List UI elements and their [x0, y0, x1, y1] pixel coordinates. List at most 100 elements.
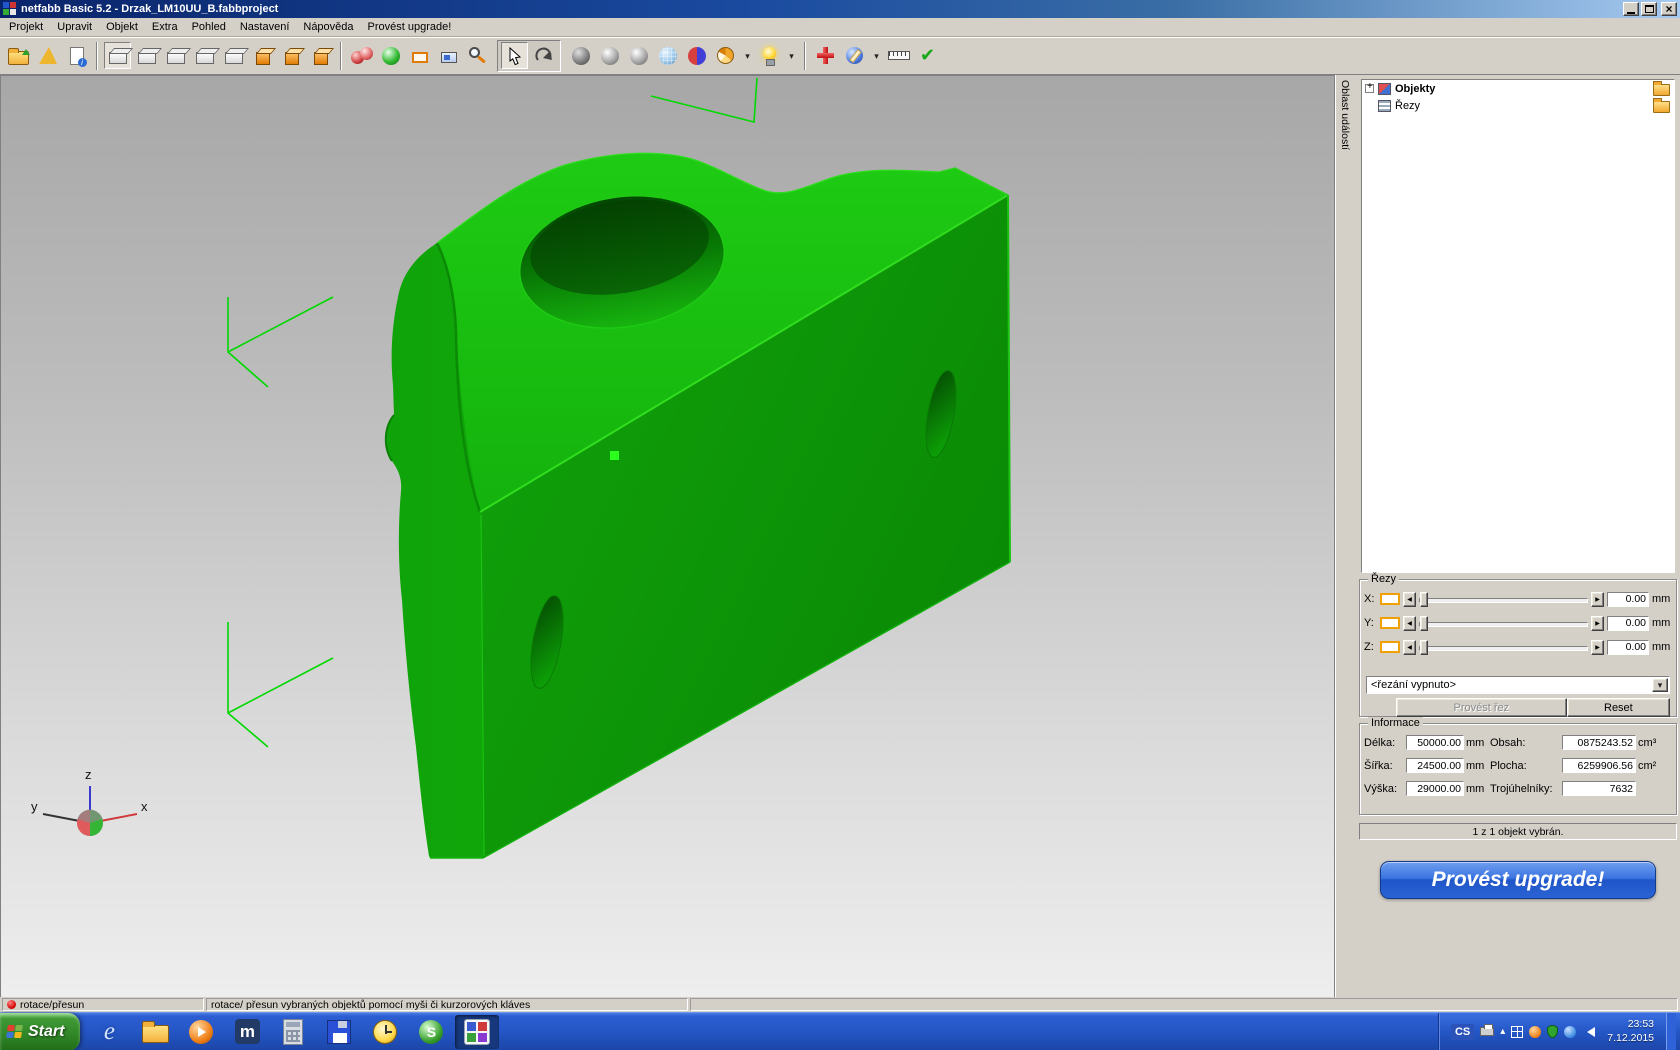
- y-slider-left-arrow[interactable]: [1403, 616, 1416, 631]
- statistics-dropdown[interactable]: [741, 42, 754, 69]
- view-box-2-icon[interactable]: [162, 42, 189, 69]
- sphere-mesh-icon[interactable]: [654, 42, 681, 69]
- close-button[interactable]: [1661, 2, 1677, 16]
- viewport-3d[interactable]: z y x: [0, 75, 1334, 997]
- blue-tray-icon[interactable]: [1564, 1026, 1576, 1038]
- orange-tray-icon[interactable]: [1529, 1026, 1541, 1038]
- cube-orange-3-icon[interactable]: [307, 42, 334, 69]
- menu-upravit[interactable]: Upravit: [50, 19, 99, 35]
- triangles-value[interactable]: [1562, 781, 1636, 796]
- y-position-input[interactable]: [1607, 616, 1649, 631]
- package-tool-icon[interactable]: [435, 42, 462, 69]
- menu-extra[interactable]: Extra: [145, 19, 185, 35]
- select-arrow-icon[interactable]: [501, 42, 528, 69]
- x-position-input[interactable]: [1607, 592, 1649, 607]
- taskbar-calculator-icon[interactable]: [271, 1015, 315, 1049]
- start-button[interactable]: Start: [0, 1013, 80, 1050]
- statistics-pie-icon[interactable]: [712, 42, 739, 69]
- upgrade-button[interactable]: Provést upgrade!: [1380, 861, 1656, 899]
- add-cross-icon[interactable]: [812, 42, 839, 69]
- view-box-1-icon[interactable]: [133, 42, 160, 69]
- part-info-icon[interactable]: [63, 42, 90, 69]
- taskbar-netfabb-task[interactable]: [455, 1015, 499, 1049]
- apply-check-icon[interactable]: [914, 42, 941, 69]
- area-value[interactable]: [1562, 758, 1636, 773]
- reset-button[interactable]: Reset: [1567, 698, 1670, 717]
- menu-upgrade[interactable]: Provést upgrade!: [361, 19, 459, 35]
- expand-plus-icon[interactable]: [1365, 84, 1374, 93]
- y-section-toggle[interactable]: [1380, 617, 1400, 629]
- view-box-3-icon[interactable]: [191, 42, 218, 69]
- y-slider-thumb[interactable]: [1420, 616, 1428, 631]
- menu-projekt[interactable]: Projekt: [2, 19, 50, 35]
- x-slider-thumb[interactable]: [1420, 592, 1428, 607]
- maximize-button[interactable]: [1641, 2, 1657, 16]
- measure-icon[interactable]: [885, 42, 912, 69]
- volume-tray-icon[interactable]: [1582, 1027, 1595, 1037]
- taskbar-media-player-icon[interactable]: [179, 1015, 223, 1049]
- z-section-toggle[interactable]: [1380, 641, 1400, 653]
- z-slider-thumb[interactable]: [1420, 640, 1428, 655]
- dropdown-arrow-button[interactable]: [1652, 678, 1668, 692]
- printer-tray-icon[interactable]: [1480, 1027, 1494, 1036]
- y-slider[interactable]: [1419, 616, 1588, 631]
- length-value[interactable]: [1406, 735, 1464, 750]
- taskbar-ie-icon[interactable]: [87, 1015, 131, 1049]
- sphere-dark-icon[interactable]: [567, 42, 594, 69]
- cube-orange-2-icon[interactable]: [278, 42, 305, 69]
- sphere-light-icon[interactable]: [596, 42, 623, 69]
- taskbar-save-icon[interactable]: [317, 1015, 361, 1049]
- menu-napoveda[interactable]: Nápověda: [296, 19, 360, 35]
- render-lamp-icon[interactable]: [756, 42, 783, 69]
- sphere-pick-icon[interactable]: [625, 42, 652, 69]
- titlebar[interactable]: netfabb Basic 5.2 - Drzak_LM10UU_B.fabbp…: [0, 0, 1680, 18]
- taskbar-folder-icon[interactable]: [133, 1015, 177, 1049]
- analyse-sphere-icon[interactable]: [377, 42, 404, 69]
- x-slider-right-arrow[interactable]: [1591, 592, 1604, 607]
- view-box-4-icon[interactable]: [220, 42, 247, 69]
- height-value[interactable]: [1406, 781, 1464, 796]
- x-slider-left-arrow[interactable]: [1403, 592, 1416, 607]
- zoom-icon[interactable]: [464, 42, 491, 69]
- tree-item-objekty[interactable]: Objekty: [1362, 80, 1674, 97]
- execute-cut-button[interactable]: Provést řez: [1396, 698, 1567, 717]
- z-slider[interactable]: [1419, 640, 1588, 655]
- add-part-icon[interactable]: [34, 42, 61, 69]
- render-dropdown[interactable]: [785, 42, 798, 69]
- taskbar-m-app-icon[interactable]: [225, 1015, 269, 1049]
- tree-item-rezy[interactable]: Řezy: [1362, 97, 1674, 114]
- open-folder-button-cuts[interactable]: [1653, 101, 1670, 113]
- language-indicator[interactable]: CS: [1451, 1024, 1474, 1040]
- x-section-toggle[interactable]: [1380, 593, 1400, 605]
- open-folder-button-objects[interactable]: [1653, 84, 1670, 96]
- viewport-canvas[interactable]: z y x: [0, 75, 1334, 997]
- taskbar-clock-app-icon[interactable]: [363, 1015, 407, 1049]
- rotate-tool-icon[interactable]: [530, 42, 557, 69]
- sphere-compare-icon[interactable]: [683, 42, 710, 69]
- y-slider-right-arrow[interactable]: [1591, 616, 1604, 631]
- menu-pohled[interactable]: Pohled: [185, 19, 233, 35]
- repair-dropdown[interactable]: [870, 42, 883, 69]
- menu-objekt[interactable]: Objekt: [99, 19, 145, 35]
- open-project-icon[interactable]: [5, 42, 32, 69]
- menu-nastaveni[interactable]: Nastavení: [233, 19, 297, 35]
- repair-spheres-icon[interactable]: [348, 42, 375, 69]
- grid-tray-icon[interactable]: [1511, 1026, 1523, 1038]
- width-value[interactable]: [1406, 758, 1464, 773]
- hide-icons-chevron-icon[interactable]: [1500, 1026, 1505, 1037]
- object-tree[interactable]: Objekty Řezy: [1361, 79, 1675, 573]
- events-panel[interactable]: Oblast událostí: [1334, 75, 1356, 997]
- z-position-input[interactable]: [1607, 640, 1649, 655]
- repair-script-icon[interactable]: [841, 42, 868, 69]
- shield-tray-icon[interactable]: [1547, 1025, 1558, 1038]
- platform-view-icon[interactable]: [104, 42, 131, 69]
- x-slider[interactable]: [1419, 592, 1588, 607]
- cut-mode-select[interactable]: <řezání vypnuto>: [1366, 676, 1670, 694]
- selection-box-icon[interactable]: [406, 42, 433, 69]
- z-slider-right-arrow[interactable]: [1591, 640, 1604, 655]
- cube-orange-1-icon[interactable]: [249, 42, 276, 69]
- taskbar-green-app-icon[interactable]: [409, 1015, 453, 1049]
- minimize-button[interactable]: [1623, 2, 1639, 16]
- volume-value[interactable]: [1562, 735, 1636, 750]
- z-slider-left-arrow[interactable]: [1403, 640, 1416, 655]
